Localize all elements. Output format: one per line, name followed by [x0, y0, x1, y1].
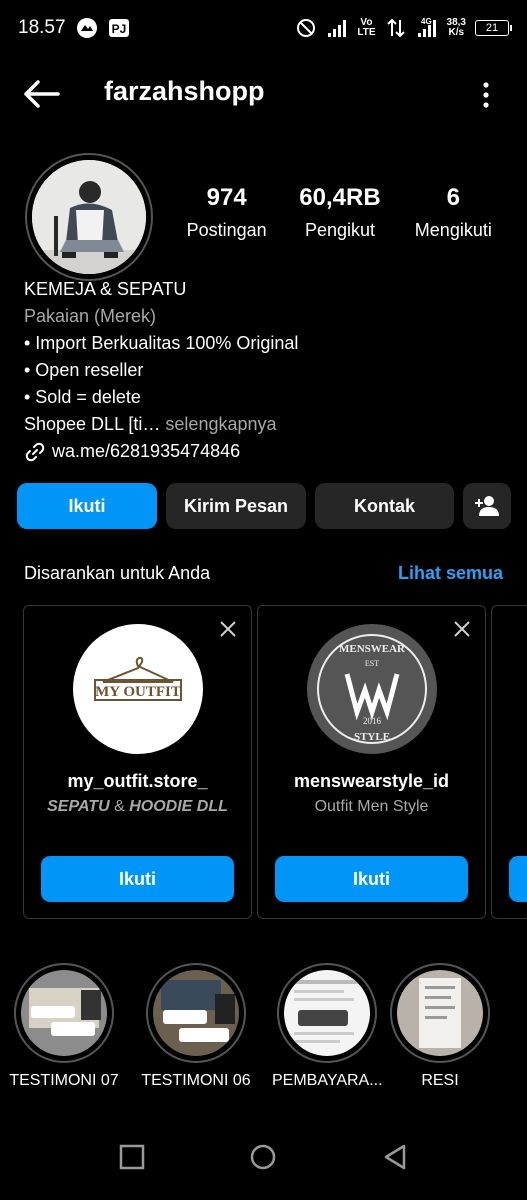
close-icon[interactable]	[453, 620, 471, 638]
signal-icon-1	[328, 20, 347, 37]
suggest-people-button[interactable]	[463, 483, 511, 529]
message-button[interactable]: Kirim Pesan	[166, 483, 306, 529]
svg-text:MY OUTFIT: MY OUTFIT	[95, 684, 181, 700]
avatar-photo	[32, 160, 146, 274]
bio-more-link[interactable]: selengkapnya	[165, 414, 276, 434]
svg-text:STYLE: STYLE	[353, 731, 389, 743]
follow-button[interactable]: Ikuti	[17, 483, 157, 529]
bio-link-text: wa.me/6281935474846	[52, 441, 241, 461]
highlight-thumbnail	[397, 970, 483, 1056]
bio-link[interactable]: wa.me/6281935474846	[24, 438, 514, 465]
my-outfit-logo: MY OUTFIT	[72, 624, 203, 754]
stat-posts-value: 974	[206, 184, 247, 211]
profile-actions: Ikuti Kirim Pesan Kontak	[17, 483, 511, 529]
top-nav: farzahshopp	[0, 62, 527, 126]
signal-icon-2: 4G	[417, 17, 436, 37]
back-arrow-icon[interactable]	[22, 78, 62, 110]
svg-text:MENSWEAR: MENSWEAR	[338, 643, 405, 655]
highlight-label: TESTIMONI 06	[141, 1072, 251, 1089]
do-not-disturb-icon	[297, 19, 316, 37]
suggestion-follow-button[interactable]: Ikuti	[275, 856, 468, 902]
suggestion-follow-button[interactable]: Ikuti	[41, 856, 234, 902]
more-options-icon[interactable]	[479, 80, 493, 110]
highlight-cover	[146, 963, 246, 1063]
suggestion-follow-button-partial[interactable]	[509, 856, 527, 902]
suggestion-card[interactable]: MY OUTFIT my_outfit.store_ SEPATU & HOOD…	[23, 605, 252, 919]
stat-following-value: 6	[446, 184, 460, 211]
stat-followers[interactable]: 60,4RB Pengikut	[283, 184, 396, 241]
stat-posts-label: Postingan	[186, 220, 267, 240]
notification-app-icon: PJ	[108, 19, 129, 37]
data-arrows-icon	[386, 18, 405, 38]
recent-apps-icon[interactable]	[117, 1142, 147, 1172]
profile-bio: KEMEJA & SEPATU Pakaian (Merek) • Import…	[24, 276, 514, 465]
add-person-icon	[475, 496, 499, 516]
link-icon	[25, 442, 45, 461]
close-icon[interactable]	[219, 620, 237, 638]
story-highlight[interactable]: TESTIMONI 07	[9, 963, 119, 1090]
volte-label: Vo LTE	[357, 17, 376, 38]
profile-stats: 974 Postingan 60,4RB Pengikut 6 Mengikut…	[170, 184, 510, 241]
stat-followers-value: 60,4RB	[299, 184, 381, 211]
highlight-cover	[14, 963, 114, 1063]
status-bar: 18.57 PJ Vo LTE 4G 38,3 K/s 21	[0, 0, 527, 56]
bio-truncated-line: Shopee DLL [ti… selengkapnya	[24, 411, 514, 438]
suggestion-subtitle: Outfit Men Style	[314, 798, 429, 815]
highlight-label: TESTIMONI 07	[9, 1072, 119, 1089]
bio-line: • Import Berkualitas 100% Original	[24, 333, 299, 353]
tiktok-lite-icon	[76, 18, 97, 38]
highlight-cover	[277, 963, 377, 1063]
system-navigation-bar	[0, 1130, 527, 1190]
status-time: 18.57	[18, 17, 66, 38]
highlight-cover	[390, 963, 490, 1063]
contact-button[interactable]: Kontak	[315, 483, 454, 529]
menswear-style-logo: MENSWEAR EST 2016 STYLE	[306, 624, 437, 754]
stat-following-label: Mengikuti	[414, 220, 492, 240]
suggestion-avatar[interactable]: MY OUTFIT	[72, 624, 203, 754]
avatar	[32, 160, 146, 274]
suggestions-title: Disarankan untuk Anda	[24, 563, 211, 583]
story-highlight[interactable]: TESTIMONI 06	[141, 963, 251, 1090]
highlight-label: RESI	[421, 1072, 459, 1089]
suggestion-username[interactable]: menswearstyle_id	[258, 771, 485, 792]
stat-posts[interactable]: 974 Postingan	[170, 184, 283, 241]
highlight-thumbnail	[21, 970, 107, 1056]
suggestion-username[interactable]: my_outfit.store_	[24, 771, 251, 792]
svg-text:4G: 4G	[421, 17, 432, 26]
highlight-label: PEMBAYARA...	[272, 1072, 383, 1089]
suggestion-subtitle: SEPATU & HOODIE DLL	[47, 798, 228, 815]
highlight-thumbnail	[153, 970, 239, 1056]
suggestion-avatar[interactable]: MENSWEAR EST 2016 STYLE	[306, 624, 437, 754]
stat-followers-label: Pengikut	[304, 220, 376, 240]
bio-line: • Sold = delete	[24, 387, 141, 407]
bio-category: Pakaian (Merek)	[24, 306, 157, 326]
svg-text:EST: EST	[364, 659, 378, 668]
highlight-thumbnail	[284, 970, 370, 1056]
back-nav-icon[interactable]	[380, 1142, 410, 1172]
stat-following[interactable]: 6 Mengikuti	[397, 184, 510, 241]
see-all-link[interactable]: Lihat semua	[398, 563, 503, 584]
bio-line: • Open reseller	[24, 360, 144, 380]
suggestion-card-partial[interactable]	[491, 605, 527, 919]
suggestion-card[interactable]: MENSWEAR EST 2016 STYLE menswearstyle_id…	[257, 605, 486, 919]
svg-text:2016: 2016	[363, 716, 382, 726]
battery-indicator: 21	[475, 20, 512, 36]
story-highlight[interactable]: PEMBAYARA...	[272, 963, 383, 1090]
home-icon[interactable]	[248, 1142, 278, 1172]
bio-name: KEMEJA & SEPATU	[24, 279, 187, 299]
svg-text:PJ: PJ	[111, 22, 126, 36]
network-speed: 38,3 K/s	[446, 17, 466, 38]
profile-avatar[interactable]	[25, 153, 153, 281]
bio-truncated-text: Shopee DLL [ti…	[24, 414, 166, 434]
story-highlight[interactable]: RESI	[385, 963, 495, 1090]
profile-username: farzahshopp	[104, 76, 265, 106]
